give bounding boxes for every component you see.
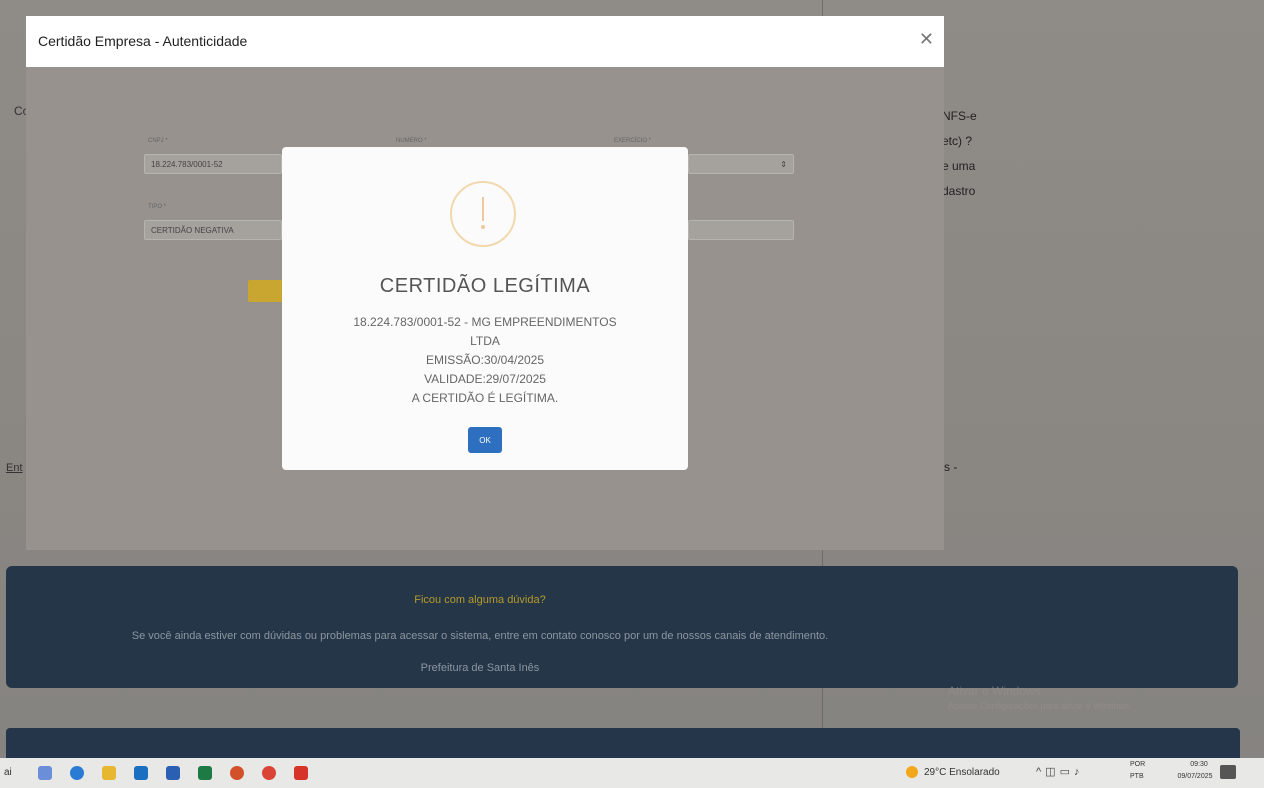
tipo-label: TIPO * [148,204,167,210]
word-icon[interactable] [166,766,180,780]
background-text-line: e uma [942,159,976,173]
powerpoint-icon[interactable] [230,766,244,780]
background-link-fragment[interactable]: Ent [6,462,23,474]
dialog-line-company: 18.224.783/0001-52 - MG EMPREENDIMENTOS [353,315,617,329]
acrobat-icon[interactable] [294,766,308,780]
weather-text[interactable]: 29°C Ensolarado [924,767,1000,778]
background-right-text: NFS-e etc) ? e uma dastro [942,104,1002,204]
volume-icon[interactable]: ♪ [1074,766,1084,778]
ok-button[interactable]: OK [468,427,502,453]
dialog-line-status: A CERTIDÃO É LEGÍTIMA. [411,391,559,405]
outlook-icon[interactable] [134,766,148,780]
clock-time[interactable]: 09:30 [1184,761,1214,768]
cnpj-label: CNPJ * [148,138,168,144]
copilot-icon[interactable] [38,766,52,780]
dialog-line-company-cont: LTDA [470,334,500,348]
input-language[interactable]: POR [1130,761,1145,768]
footer-text: Se você ainda estiver com dúvidas ou pro… [131,630,829,642]
background-text-line: NFS-e [942,109,977,123]
keyboard-layout[interactable]: PTB [1130,773,1144,780]
windows-activation-subtext: Acesse Configurações para ativar o Windo… [948,701,1133,711]
exercicio-select[interactable]: ⇕ [688,154,794,174]
dialog-title: CERTIDÃO LEGÍTIMA [379,275,591,297]
taskbar-left-text: ai [4,767,12,778]
modal-title: Certidão Empresa - Autenticidade [38,33,248,49]
exercicio-label: EXERCÍCIO * [614,138,652,144]
exclamation-icon [450,181,516,247]
select-arrows-icon: ⇕ [780,160,787,169]
notification-icon[interactable] [1220,765,1236,779]
dialog-line-issue-date: EMISSÃO:30/04/2025 [425,353,545,367]
exclamation-bar [482,197,484,221]
legitimacy-alert-dialog: CERTIDÃO LEGÍTIMA 18.224.783/0001-52 - M… [282,147,688,470]
footer-title: Ficou com alguma dúvida? [414,594,546,606]
clock-date[interactable]: 09/07/2025 [1170,773,1220,780]
excel-icon[interactable] [198,766,212,780]
exclamation-dot [481,225,485,229]
system-tray-icons[interactable]: ^◫▭♪ [1036,765,1083,778]
form-field-right[interactable] [688,220,794,240]
cnpj-field[interactable]: 18.224.783/0001-52 [144,154,282,174]
display-icon[interactable]: ▭ [1060,766,1074,778]
footer-city: Prefeitura de Santa Inês [420,662,540,674]
verify-button[interactable] [248,280,284,302]
tipo-select[interactable]: CERTIDÃO NEGATIVA [144,220,282,240]
close-icon[interactable]: ✕ [919,29,934,50]
modal-header: Certidão Empresa - Autenticidade ✕ [26,16,944,67]
help-footer-banner: Ficou com alguma dúvida? Se você ainda e… [6,566,1238,688]
background-text-line: etc) ? [942,134,973,148]
weather-sun-icon[interactable] [906,766,918,778]
dialog-line-validity: VALIDADE:29/07/2025 [424,372,546,386]
background-text-fragment: s - [944,460,958,474]
windows-activation-watermark: Ativar o Windows [948,684,1041,698]
chrome-icon[interactable] [262,766,276,780]
page-bottom-bar [6,728,1240,758]
file-explorer-icon[interactable] [102,766,116,780]
windows-taskbar: ai 29°C Ensolarado ^◫▭♪ POR PTB 09:30 09… [0,758,1264,788]
edge-icon[interactable] [70,766,84,780]
dialog-message: 18.224.783/0001-52 - MG EMPREENDIMENTOS … [334,313,636,408]
numero-label: NUMERO * [396,138,427,144]
network-icon[interactable]: ◫ [1045,766,1059,778]
background-text-line: dastro [942,184,976,198]
chevron-up-icon[interactable]: ^ [1036,766,1045,778]
